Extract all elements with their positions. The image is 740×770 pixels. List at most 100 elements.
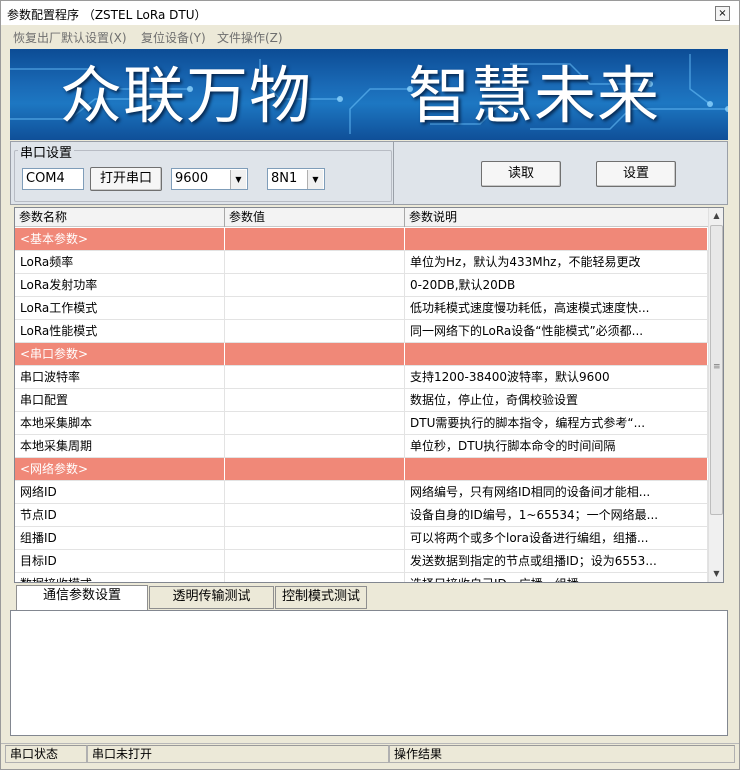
param-value-cell[interactable] — [225, 389, 405, 411]
param-name-cell: 数据接收模式 — [15, 573, 225, 582]
status-port-label: 串口状态 — [5, 745, 87, 763]
param-name-cell: LoRa性能模式 — [15, 320, 225, 342]
param-value-cell[interactable] — [225, 412, 405, 434]
scroll-down-icon[interactable]: ▼ — [709, 566, 723, 582]
section-row[interactable]: <基本参数> — [15, 228, 708, 251]
table-row[interactable]: 串口配置 数据位，停止位，奇偶校验设置 — [15, 389, 708, 412]
set-button[interactable]: 设置 — [596, 161, 676, 187]
parameter-grid[interactable]: 参数名称 参数值 参数说明 <基本参数> LoRa频率 单位为Hz，默认为433Mh… — [14, 207, 724, 583]
param-name-cell: 网络ID — [15, 481, 225, 503]
grid-scrollbar[interactable]: ▲ ≡ ▼ — [708, 208, 723, 582]
table-row[interactable]: 组播ID 可以将两个或多个lora设备进行编组，组播... — [15, 527, 708, 550]
param-value-cell[interactable] — [225, 550, 405, 572]
status-port-state: 串口未打开 — [87, 745, 389, 763]
param-value-cell[interactable] — [225, 251, 405, 273]
header-param-name[interactable]: 参数名称 — [15, 208, 225, 227]
param-desc-cell: 单位为Hz，默认为433Mhz，不能轻易更改 — [405, 251, 708, 273]
section-row[interactable]: <网络参数> — [15, 458, 708, 481]
param-desc-cell — [405, 458, 708, 480]
table-row[interactable]: 网络ID 网络编号，只有网络ID相同的设备间才能相... — [15, 481, 708, 504]
param-name-cell: <串口参数> — [15, 343, 225, 365]
param-value-cell[interactable] — [225, 527, 405, 549]
param-value-cell[interactable] — [225, 297, 405, 319]
param-value-cell[interactable] — [225, 504, 405, 526]
grid-header: 参数名称 参数值 参数说明 — [15, 208, 708, 227]
param-desc-cell: 0-20DB,默认20DB — [405, 274, 708, 296]
param-value-cell[interactable] — [225, 458, 405, 480]
dropdown-arrow-icon[interactable]: ▼ — [307, 170, 323, 189]
scroll-grip-icon: ≡ — [713, 362, 721, 372]
param-name-cell: LoRa频率 — [15, 251, 225, 273]
param-name-cell: <基本参数> — [15, 228, 225, 250]
param-value-cell[interactable] — [225, 366, 405, 388]
param-desc-cell — [405, 343, 708, 365]
panel-divider — [393, 142, 394, 204]
param-desc-cell: 同一网络下的LoRa设备“性能模式”必须都... — [405, 320, 708, 342]
param-desc-cell: 设备自身的ID编号，1~65534；一个网络最... — [405, 504, 708, 526]
menu-bar: 恢复出厂默认设置(X) 复位设备(Y) 文件操作(Z) — [1, 26, 739, 46]
output-panel[interactable] — [10, 610, 728, 736]
tab-control-test[interactable]: 控制模式测试 — [275, 586, 367, 609]
baud-rate-value: 9600 — [175, 171, 209, 186]
param-desc-cell: DTU需要执行的脚本指令，编程方式参考“... — [405, 412, 708, 434]
window-title: 参数配置程序 （ZSTEL LoRa DTU） — [7, 8, 207, 22]
param-desc-cell: 单位秒，DTU执行脚本命令的时间间隔 — [405, 435, 708, 457]
table-row[interactable]: 本地采集脚本 DTU需要执行的脚本指令，编程方式参考“... — [15, 412, 708, 435]
table-row[interactable]: 本地采集周期 单位秒，DTU执行脚本命令的时间间隔 — [15, 435, 708, 458]
header-param-value[interactable]: 参数值 — [225, 208, 405, 227]
table-row[interactable]: 串口波特率 支持1200-38400波特率，默认9600 — [15, 366, 708, 389]
banner-slogan-right: 智慧未来 — [408, 59, 661, 132]
param-name-cell: <网络参数> — [15, 458, 225, 480]
baud-rate-select[interactable]: 9600 ▼ — [171, 168, 248, 190]
status-bar: 串口状态 串口未打开 操作结果 — [1, 743, 739, 769]
banner-image: 众联万物 智慧未来 — [10, 49, 728, 140]
table-row[interactable]: 目标ID 发送数据到指定的节点或组播ID；设为6553... — [15, 550, 708, 573]
param-name-cell: LoRa发射功率 — [15, 274, 225, 296]
param-value-cell[interactable] — [225, 481, 405, 503]
param-name-cell: 目标ID — [15, 550, 225, 572]
param-value-cell[interactable] — [225, 274, 405, 296]
param-value-cell[interactable] — [225, 228, 405, 250]
open-port-button[interactable]: 打开串口 — [90, 167, 162, 191]
param-name-cell: 组播ID — [15, 527, 225, 549]
status-result-label: 操作结果 — [389, 745, 735, 763]
param-name-cell: 串口配置 — [15, 389, 225, 411]
table-row[interactable]: 节点ID 设备自身的ID编号，1~65534；一个网络最... — [15, 504, 708, 527]
table-row[interactable]: LoRa工作模式 低功耗模式速度慢功耗低，高速模式速度快... — [15, 297, 708, 320]
param-value-cell[interactable] — [225, 343, 405, 365]
read-button[interactable]: 读取 — [481, 161, 561, 187]
tab-strip: 通信参数设置 透明传输测试 控制模式测试 — [10, 585, 728, 610]
table-row[interactable]: LoRa发射功率 0-20DB,默认20DB — [15, 274, 708, 297]
param-desc-cell — [405, 228, 708, 250]
param-name-cell: LoRa工作模式 — [15, 297, 225, 319]
serial-group-label: 串口设置 — [18, 142, 75, 161]
param-value-cell[interactable] — [225, 573, 405, 582]
param-desc-cell: 可以将两个或多个lora设备进行编组，组播... — [405, 527, 708, 549]
table-row[interactable]: 数据接收模式 选择只接收自己ID、广播、组播 — [15, 573, 708, 582]
menu-reset-device[interactable]: 复位设备(Y) — [141, 29, 206, 46]
scroll-up-icon[interactable]: ▲ — [709, 208, 723, 224]
table-row[interactable]: LoRa频率 单位为Hz，默认为433Mhz，不能轻易更改 — [15, 251, 708, 274]
param-desc-cell: 选择只接收自己ID、广播、组播 — [405, 573, 708, 582]
menu-file-ops[interactable]: 文件操作(Z) — [217, 29, 283, 46]
title-bar: 参数配置程序 （ZSTEL LoRa DTU） × — [1, 1, 739, 25]
param-desc-cell: 发送数据到指定的节点或组播ID；设为6553... — [405, 550, 708, 572]
param-name-cell: 串口波特率 — [15, 366, 225, 388]
dropdown-arrow-icon[interactable]: ▼ — [230, 170, 246, 189]
param-desc-cell: 支持1200-38400波特率，默认9600 — [405, 366, 708, 388]
close-button[interactable]: × — [715, 6, 730, 21]
menu-factory-reset[interactable]: 恢复出厂默认设置(X) — [13, 29, 127, 46]
banner-slogan-left: 众联万物 — [60, 59, 313, 132]
header-param-desc[interactable]: 参数说明 — [405, 208, 708, 227]
param-value-cell[interactable] — [225, 320, 405, 342]
section-row[interactable]: <串口参数> — [15, 343, 708, 366]
tab-transparent-test[interactable]: 透明传输测试 — [149, 586, 274, 609]
table-row[interactable]: LoRa性能模式 同一网络下的LoRa设备“性能模式”必须都... — [15, 320, 708, 343]
param-name-cell: 本地采集周期 — [15, 435, 225, 457]
scroll-thumb[interactable]: ≡ — [710, 225, 723, 515]
param-desc-cell: 网络编号，只有网络ID相同的设备间才能相... — [405, 481, 708, 503]
param-value-cell[interactable] — [225, 435, 405, 457]
data-format-select[interactable]: 8N1 ▼ — [267, 168, 325, 190]
tab-comm-params[interactable]: 通信参数设置 — [16, 585, 148, 610]
com-port-input[interactable]: COM4 — [22, 168, 84, 190]
